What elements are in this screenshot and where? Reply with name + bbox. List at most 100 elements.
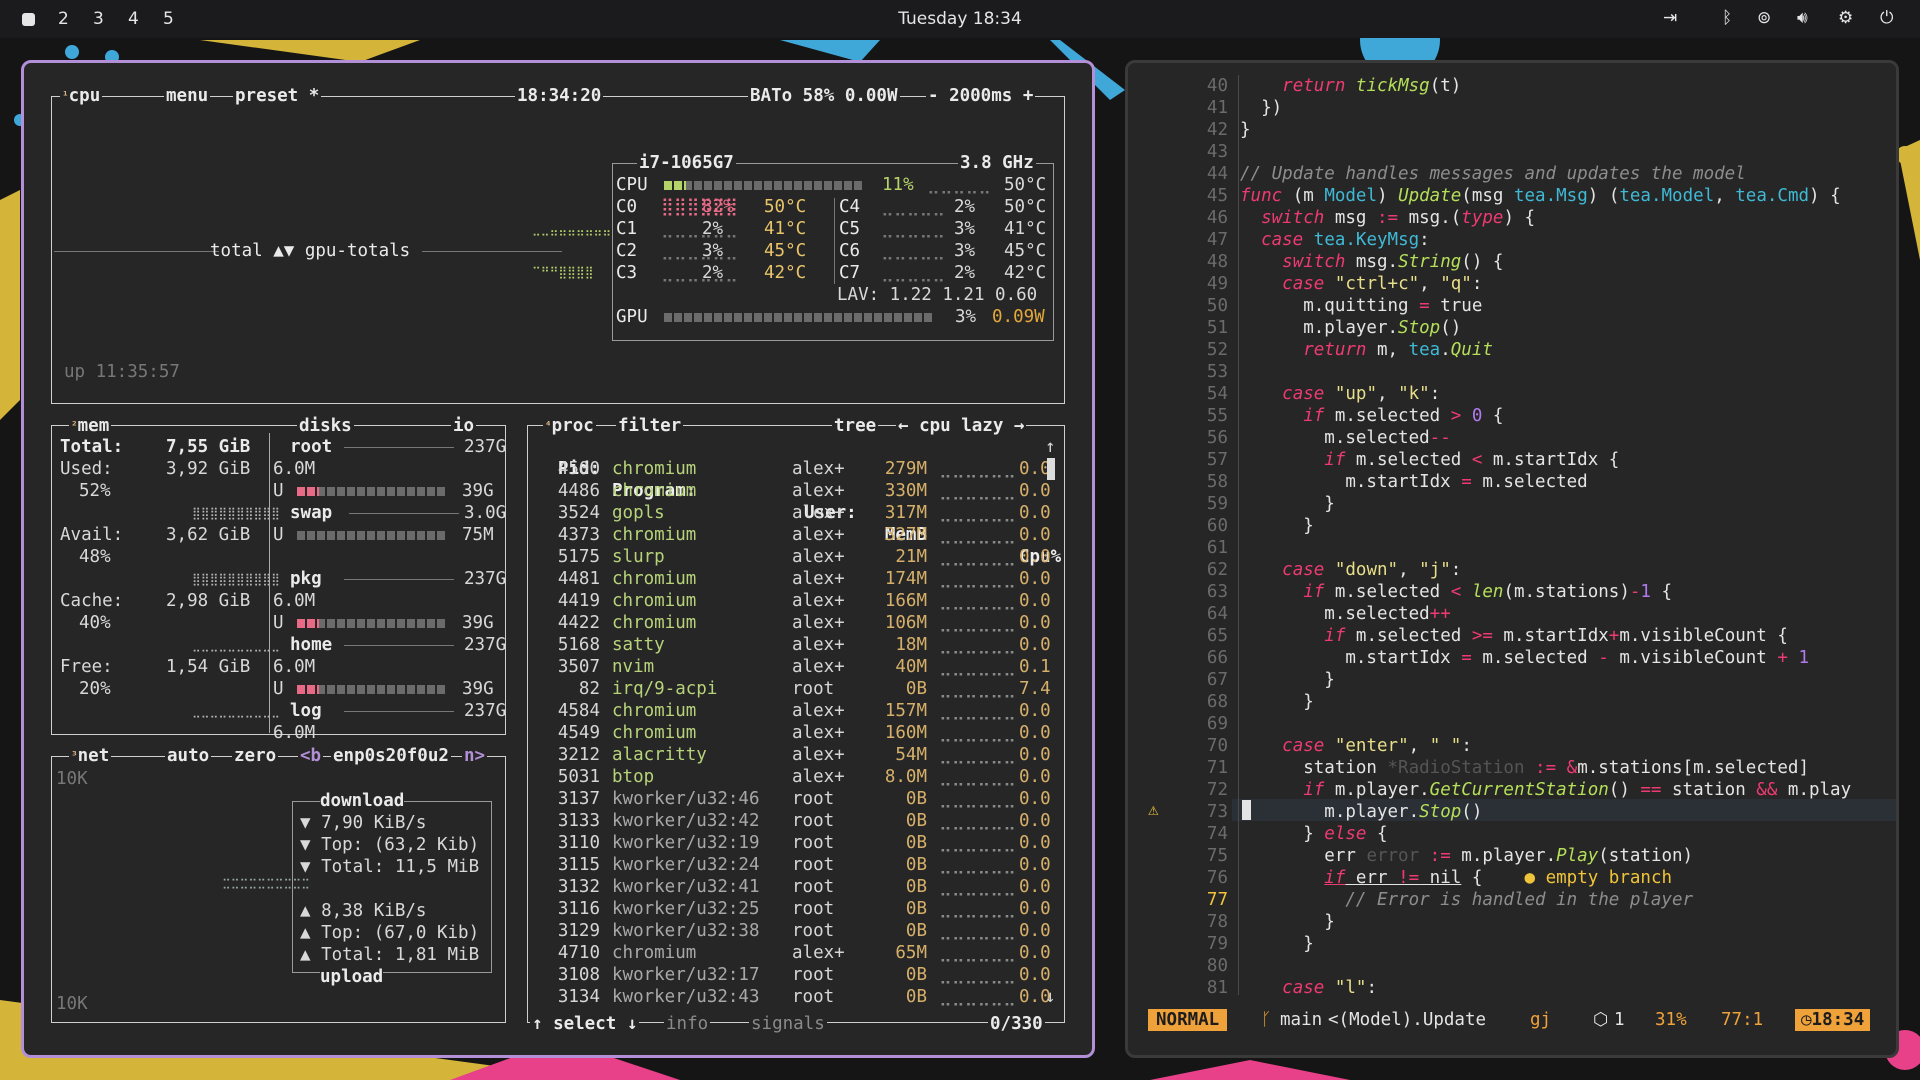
volume-icon[interactable]: 🔊︎ [1797, 8, 1808, 28]
process-row[interactable]: 4549 chromium alex+ 160M 0.0 ⣀⣀⣀⣀⣀⣀ [534, 722, 1092, 744]
nvim-window[interactable]: 40 41 42 43 44 45 46 47 48 49 50 51 52 53 54 55 56 57 58 59… [1125, 60, 1899, 1058]
network-icon[interactable]: ⊚ [1757, 8, 1771, 28]
bluetooth-icon[interactable]: ᛒ [1722, 8, 1732, 28]
code-line[interactable]: m.startIdx = m.selected [1240, 471, 1587, 493]
code-line[interactable]: if m.selected < len(m.stations)-1 { [1240, 581, 1672, 603]
process-row[interactable]: 3110 kworker/u32:19 root 0B 0.0 ⣀⣀⣀⣀⣀⣀ [534, 832, 1092, 854]
net-prev-iface[interactable]: <b [298, 745, 324, 767]
process-row[interactable]: 3133 kworker/u32:42 root 0B 0.0 ⣀⣀⣀⣀⣀⣀ [534, 810, 1092, 832]
net-tab[interactable]: ³net [69, 745, 112, 767]
process-row[interactable]: 4486 chromium alex+ 330M 0.0 ⣀⣀⣀⣀⣀⣀ [534, 480, 1092, 502]
code-line[interactable]: } else { [1240, 823, 1387, 845]
code-line[interactable]: case "ctrl+c", "q": [1240, 273, 1482, 295]
proc-info-control[interactable]: info [664, 1013, 711, 1035]
update-interval[interactable]: - 2000ms + [926, 85, 1036, 107]
code-line[interactable]: } [1240, 691, 1314, 713]
code-line[interactable]: return tickMsg(t) [1240, 75, 1461, 97]
mem-tab[interactable]: ²mem [69, 415, 112, 437]
process-row[interactable]: 3132 kworker/u32:41 root 0B 0.0 ⣀⣀⣀⣀⣀⣀ [534, 876, 1092, 898]
code-line[interactable]: if m.player.GetCurrentStation() == stati… [1240, 779, 1851, 801]
scroll-up-icon[interactable]: ↑ [1045, 436, 1056, 458]
process-row[interactable]: 3115 kworker/u32:24 root 0B 0.0 ⣀⣀⣀⣀⣀⣀ [534, 854, 1092, 876]
cpu-tab[interactable]: ¹cpu [60, 85, 103, 107]
code-line[interactable]: switch msg.String() { [1240, 251, 1503, 273]
proc-sort[interactable]: ← cpu lazy → [896, 415, 1027, 437]
process-row[interactable]: 4419 chromium alex+ 166M 0.0 ⣀⣀⣀⣀⣀⣀ [534, 590, 1092, 612]
code-line[interactable]: }) [1240, 97, 1282, 119]
code-line[interactable]: case "up", "k": [1240, 383, 1440, 405]
process-mem: 330M [884, 481, 927, 501]
cpu-total-label: CPU [616, 175, 648, 195]
process-row[interactable]: 3108 kworker/u32:17 root 0B 0.0 ⣀⣀⣀⣀⣀⣀ [534, 964, 1092, 986]
process-row[interactable]: 3116 kworker/u32:25 root 0B 0.0 ⣀⣀⣀⣀⣀⣀ [534, 898, 1092, 920]
process-row[interactable]: 5031 btop alex+ 8.0M 0.0 ⣀⣀⣀⣀⣀⣀ [534, 766, 1092, 788]
scroll-down-icon[interactable]: ↓ [1045, 986, 1056, 1008]
preset-tab[interactable]: preset * [233, 85, 322, 107]
process-row[interactable]: 4584 chromium alex+ 157M 0.0 ⣀⣀⣀⣀⣀⣀ [534, 700, 1092, 722]
code-line[interactable]: case "enter", " ": [1240, 735, 1472, 757]
settings-icon[interactable]: ⚙ [1838, 8, 1853, 28]
code-line[interactable]: // Update handles messages and updates t… [1240, 163, 1746, 185]
logout-icon[interactable]: ⇥ [1663, 8, 1677, 28]
disks-tab[interactable]: disks [297, 415, 354, 437]
net-auto-toggle[interactable]: auto [165, 745, 212, 767]
code-line[interactable]: station *RadioStation := &m.stations[m.s… [1240, 757, 1809, 779]
process-row[interactable]: 4373 chromium alex+ 327M 0.0 ⣀⣀⣀⣀⣀⣀ [534, 524, 1092, 546]
proc-tree-toggle[interactable]: tree [832, 415, 879, 437]
code-line[interactable]: m.selected++ [1240, 603, 1450, 625]
process-user: alex+ [792, 745, 845, 765]
process-row[interactable]: 3507 nvim alex+ 40M 0.1 ⣀⣀⣀⣀⣀⣀ [534, 656, 1092, 678]
proc-signals-control[interactable]: signals [749, 1013, 827, 1035]
proc-filter[interactable]: filter [616, 415, 684, 437]
code-line[interactable]: m.startIdx = m.selected - m.visibleCount… [1240, 647, 1809, 669]
code-line[interactable]: err error := m.player.Play(station) [1240, 845, 1693, 867]
proc-tab[interactable]: ⁴proc [543, 415, 596, 437]
process-program: kworker/u32:46 [612, 789, 760, 809]
process-row[interactable]: 82 irq/9-acpi root 0B 7.4 ⣀⣀⣀⣀⣀⣀ [534, 678, 1092, 700]
menu-tab[interactable]: menu [164, 85, 211, 107]
code-line[interactable]: } [1240, 515, 1314, 537]
process-row[interactable]: 3524 gopls alex+ 317M 0.0 ⣀⣀⣀⣀⣀⣀ [534, 502, 1092, 524]
code-line[interactable]: case "l": [1240, 977, 1377, 999]
code-line[interactable]: m.player.Stop() [1240, 317, 1461, 339]
process-row[interactable]: 4481 chromium alex+ 174M 0.0 ⣀⣀⣀⣀⣀⣀ [534, 568, 1092, 590]
code-line[interactable]: if err != nil { ● empty branch [1240, 867, 1672, 889]
lsp-icon: ⬡ [1593, 1010, 1609, 1030]
code-line[interactable]: } [1240, 669, 1335, 691]
process-row[interactable]: 3134 kworker/u32:43 root 0B 0.0 ⣀⣀⣀⣀⣀⣀ [534, 986, 1092, 1008]
warning-sign-icon[interactable]: ⚠ [1148, 799, 1159, 821]
code-line[interactable]: } [1240, 911, 1335, 933]
net-next-iface[interactable]: n> [462, 745, 488, 767]
code-line[interactable]: m.player.Stop() [1240, 801, 1482, 823]
code-line[interactable]: case tea.KeyMsg: [1240, 229, 1430, 251]
code-line[interactable]: if m.selected > 0 { [1240, 405, 1503, 427]
power-icon[interactable]: ⏻ [1880, 8, 1893, 28]
process-row[interactable]: 3137 kworker/u32:46 root 0B 0.0 ⣀⣀⣀⣀⣀⣀ [534, 788, 1092, 810]
process-row[interactable]: 4422 chromium alex+ 106M 0.0 ⣀⣀⣀⣀⣀⣀ [534, 612, 1092, 634]
proc-scrollbar-thumb[interactable] [1047, 458, 1055, 480]
btop-window[interactable]: ¹cpu menu preset * 18:34:20 BATo 58% 0.0… [21, 60, 1095, 1058]
code-line[interactable]: func (m Model) Update(msg tea.Msg) (tea.… [1240, 185, 1841, 207]
code-line[interactable]: } [1240, 119, 1251, 141]
proc-select-control[interactable]: ↑ select ↓ [530, 1013, 640, 1035]
process-row[interactable]: 3129 kworker/u32:38 root 0B 0.0 ⣀⣀⣀⣀⣀⣀ [534, 920, 1092, 942]
clock[interactable]: Tuesday 18:34 [0, 9, 1920, 29]
process-row[interactable]: 3212 alacritty alex+ 54M 0.0 ⣀⣀⣀⣀⣀⣀ [534, 744, 1092, 766]
code-line[interactable]: return m, tea.Quit [1240, 339, 1493, 361]
code-line[interactable]: } [1240, 493, 1335, 515]
code-line[interactable]: m.quitting = true [1240, 295, 1482, 317]
code-line[interactable]: switch msg := msg.(type) { [1240, 207, 1535, 229]
code-line[interactable]: } [1240, 933, 1314, 955]
code-line[interactable]: case "down", "j": [1240, 559, 1461, 581]
process-row[interactable]: 4500 chromium alex+ 279M 0.0 ⣀⣀⣀⣀⣀⣀ [534, 458, 1092, 480]
process-row[interactable]: 4710 chromium alex+ 65M 0.0 ⣀⣀⣀⣀⣀⣀ [534, 942, 1092, 964]
net-zero-toggle[interactable]: zero [232, 745, 279, 767]
code-line[interactable]: m.selected-- [1240, 427, 1450, 449]
code-line[interactable]: // Error is handled in the player [1240, 889, 1693, 911]
cpu-model: i7-1065G7 [637, 152, 736, 174]
code-line[interactable]: if m.selected >= m.startIdx+m.visibleCou… [1240, 625, 1788, 647]
io-toggle[interactable]: io [451, 415, 477, 437]
code-line[interactable]: if m.selected < m.startIdx { [1240, 449, 1619, 471]
process-row[interactable]: 5168 satty alex+ 18M 0.0 ⣀⣀⣀⣀⣀⣀ [534, 634, 1092, 656]
process-row[interactable]: 5175 slurp alex+ 21M 0.0 ⣀⣀⣀⣀⣀⣀ [534, 546, 1092, 568]
